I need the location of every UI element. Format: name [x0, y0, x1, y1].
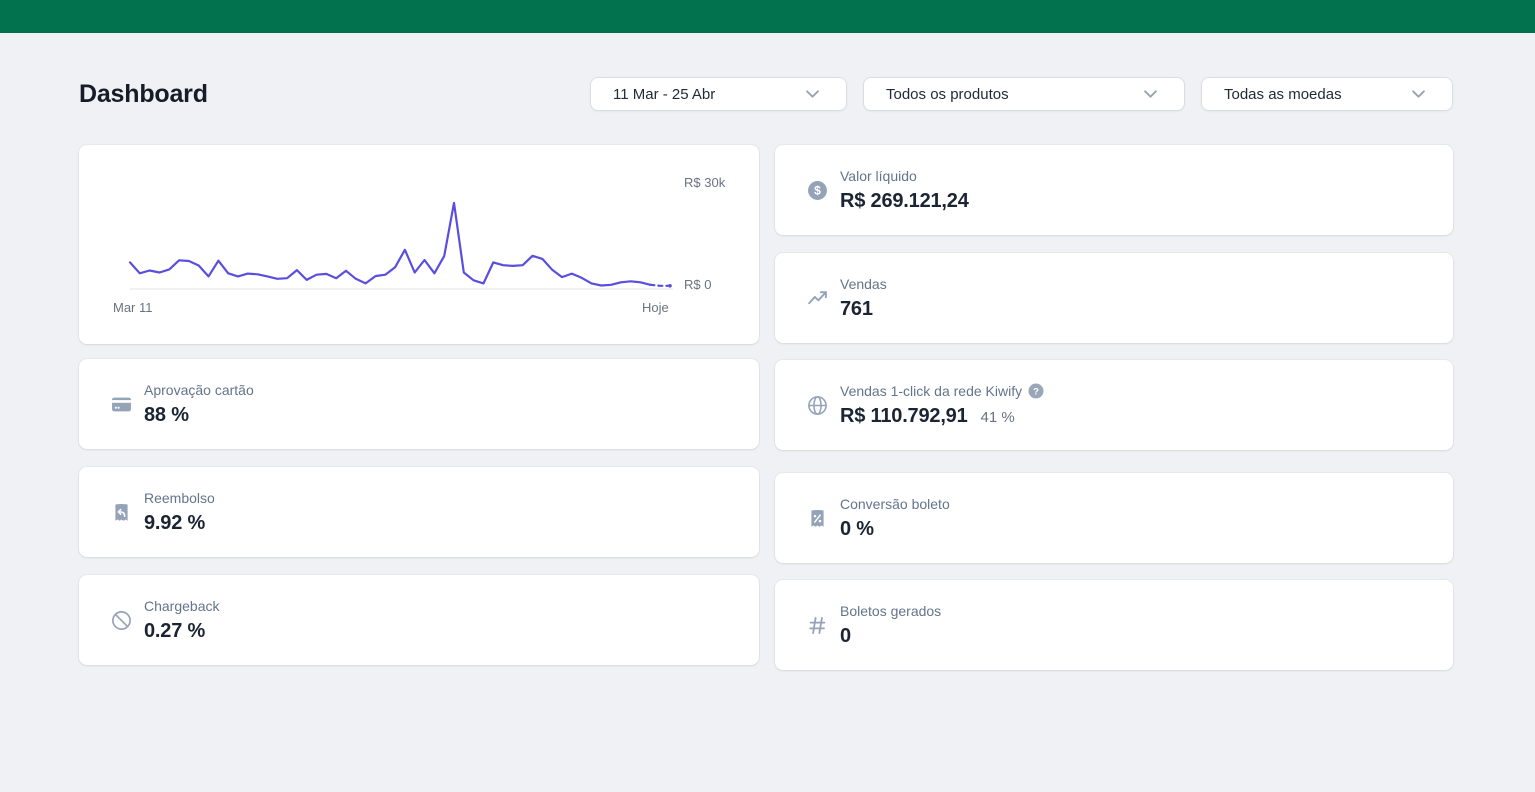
stat-label: Valor líquido [840, 167, 917, 185]
stat-sub-value: 41 % [981, 409, 1015, 426]
stat-value: 761 [840, 296, 873, 322]
globe-icon [807, 395, 828, 416]
stat-value: 0 [840, 623, 851, 649]
stat-label: Vendas 1-click da rede Kiwify [840, 382, 1022, 400]
receipt-refund-icon [111, 502, 132, 523]
revenue-line-dashed-tail [650, 285, 670, 286]
page-title: Dashboard [79, 80, 590, 109]
stat-card-valor-liquido: $ Valor líquido R$ 269.121,24 [775, 145, 1453, 235]
dashboard-page: Dashboard 11 Mar - 25 Abr Todos os produ… [79, 77, 1453, 670]
stat-value: 9.92 % [144, 510, 205, 536]
chevron-down-icon [1412, 90, 1425, 98]
products-value: Todos os produtos [886, 86, 1009, 103]
x-axis-start-label: Mar 11 [113, 300, 153, 316]
date-range-value: 11 Mar - 25 Abr [613, 86, 715, 103]
stat-card-chargeback: Chargeback 0.27 % [79, 575, 759, 665]
stat-card-reembolso: Reembolso 9.92 % [79, 467, 759, 557]
currency-dollar-icon: $ [807, 180, 828, 201]
hashtag-icon [807, 615, 828, 636]
stat-card-boletos-gerados: Boletos gerados 0 [775, 580, 1453, 670]
y-axis-max-label: R$ 30k [684, 175, 725, 191]
arrow-trending-up-icon [807, 288, 828, 309]
stat-label: Aprovação cartão [144, 381, 254, 399]
svg-text:$: $ [814, 183, 821, 197]
receipt-percent-icon [807, 508, 828, 529]
stat-value: 88 % [144, 402, 189, 428]
date-range-select[interactable]: 11 Mar - 25 Abr [590, 77, 847, 111]
revenue-line-end-dot [668, 284, 672, 288]
products-select[interactable]: Todos os produtos [863, 77, 1185, 111]
stat-card-vendas: Vendas 761 [775, 253, 1453, 343]
svg-text:?: ? [1033, 386, 1039, 397]
right-column: $ Valor líquido R$ 269.121,24 Vendas [775, 145, 1453, 670]
currencies-value: Todas as moedas [1224, 86, 1342, 103]
stat-card-vendas-1click: Vendas 1-click da rede Kiwify ? R$ 110.7… [775, 360, 1453, 450]
top-green-bar [0, 0, 1535, 33]
stat-label: Conversão boleto [840, 495, 950, 513]
credit-card-icon [111, 394, 132, 415]
chevron-down-icon [1144, 90, 1157, 98]
revenue-chart-card: R$ 30k R$ 0 Mar 11 Hoje [79, 145, 759, 344]
revenue-line [130, 203, 650, 286]
y-axis-min-label: R$ 0 [684, 277, 711, 293]
header-row: Dashboard 11 Mar - 25 Abr Todos os produ… [79, 77, 1453, 111]
stat-label: Vendas [840, 275, 887, 293]
stat-value: R$ 110.792,91 [840, 403, 968, 429]
stat-value: 0 % [840, 516, 874, 542]
stat-label: Chargeback [144, 597, 220, 615]
stats-grid: R$ 30k R$ 0 Mar 11 Hoje Aprovação cartão [79, 145, 1453, 670]
currencies-select[interactable]: Todas as moedas [1201, 77, 1453, 111]
stat-label: Boletos gerados [840, 602, 941, 620]
left-column: R$ 30k R$ 0 Mar 11 Hoje Aprovação cartão [79, 145, 759, 665]
stat-card-aprovacao-cartao: Aprovação cartão 88 % [79, 359, 759, 449]
no-symbol-icon [111, 610, 132, 631]
stat-label: Reembolso [144, 489, 215, 507]
x-axis-end-label: Hoje [642, 300, 669, 316]
chevron-down-icon [806, 90, 819, 98]
stat-value: 0.27 % [144, 618, 205, 644]
question-mark-icon[interactable]: ? [1028, 383, 1044, 399]
stat-value: R$ 269.121,24 [840, 188, 969, 214]
stat-card-conversao-boleto: Conversão boleto 0 % [775, 473, 1453, 563]
